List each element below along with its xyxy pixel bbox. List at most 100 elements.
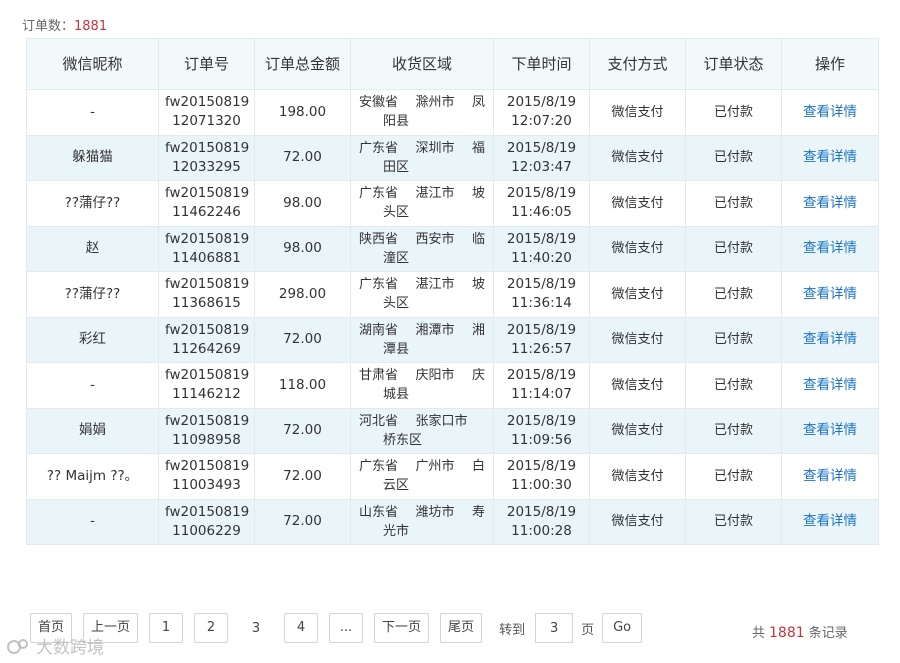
region-district-tail: 田区 (383, 159, 410, 175)
col-header-status[interactable]: 订单状态 (685, 38, 782, 90)
region-district-tail: 云区 (383, 478, 410, 494)
view-details-link[interactable]: 查看详情 (803, 468, 857, 484)
cell-order-time: 2015/8/19 11:00:28 (493, 498, 590, 545)
cell-order-time: 2015/8/19 11:09:56 (493, 407, 590, 454)
region-province: 广东省 (359, 186, 399, 202)
order-status: 已付款 (713, 150, 753, 166)
cell-order-time: 2015/8/19 12:07:20 (493, 89, 590, 136)
view-details-link[interactable]: 查看详情 (803, 240, 857, 256)
region-district-head: 寿 (471, 504, 485, 520)
watermark: 大数跨境 (6, 633, 104, 658)
view-details-link[interactable]: 查看详情 (803, 377, 857, 393)
region-line1: 湖南省 湘潭市湘 (359, 321, 485, 340)
cell-action: 查看详情 (781, 134, 879, 181)
page-4-button[interactable]: 4 (284, 613, 319, 643)
cell-amount: 72.00 (254, 316, 351, 363)
order-status: 已付款 (713, 104, 753, 120)
amount: 72.00 (283, 422, 322, 439)
nickname: ?? Maijm ??。 (46, 467, 139, 484)
page-1-button[interactable]: 1 (149, 613, 184, 643)
col-header-payment[interactable]: 支付方式 (589, 38, 686, 90)
order-count: 订单数：1881 (22, 15, 107, 34)
order-no-line2: 11406881 (172, 249, 241, 266)
nickname: ??蒲仔?? (64, 194, 121, 211)
view-details-link[interactable]: 查看详情 (803, 195, 857, 211)
order-no-line1: fw20150819 (165, 412, 250, 429)
cell-region: 湖南省 湘潭市湘潭县 (350, 316, 494, 363)
order-status: 已付款 (713, 286, 753, 302)
cell-status: 已付款 (685, 271, 782, 318)
cell-payment: 微信支付 (589, 316, 686, 363)
cell-amount: 298.00 (254, 271, 351, 318)
cell-action: 查看详情 (781, 89, 879, 136)
order-no-line2: 11146212 (172, 386, 241, 403)
page-2-button[interactable]: 2 (194, 613, 229, 643)
cell-payment: 微信支付 (589, 271, 686, 318)
cell-payment: 微信支付 (589, 362, 686, 409)
cell-status: 已付款 (685, 498, 782, 545)
order-date: 2015/8/19 (506, 185, 577, 202)
cell-amount: 72.00 (254, 498, 351, 545)
region-district-head: 福 (471, 140, 485, 156)
payment-method: 微信支付 (611, 423, 664, 439)
cell-action: 查看详情 (781, 316, 879, 363)
cell-order-time: 2015/8/19 12:03:47 (493, 134, 590, 181)
payment-method: 微信支付 (611, 286, 664, 302)
col-header-order-time[interactable]: 下单时间 (493, 38, 590, 90)
order-no-line1: fw20150819 (165, 230, 250, 247)
table-row: - fw20150819 11146212 118.00 甘肃省 庆阳市庆城县 2015/8… (26, 362, 879, 409)
nickname: - (90, 376, 95, 393)
go-button[interactable]: Go (602, 613, 643, 643)
nickname: 娟娟 (79, 422, 106, 439)
view-details-link[interactable]: 查看详情 (803, 104, 857, 120)
current-page: 3 (251, 620, 261, 636)
region-province: 甘肃省 (359, 368, 399, 384)
orders-table-body: - fw20150819 12071320 198.00 安徽省 滁州市凤阳县 2015/8… (26, 89, 879, 545)
page-unit-label: 页 (581, 622, 595, 638)
col-header-amount[interactable]: 订单总金额 (254, 38, 351, 90)
region-province: 广东省 (359, 140, 399, 156)
cell-nickname: 彩红 (26, 316, 159, 363)
col-header-nickname[interactable]: 微信昵称 (26, 38, 159, 90)
region-district-tail: 光市 (383, 523, 410, 539)
order-no-line1: fw20150819 (165, 367, 250, 384)
view-details-link[interactable]: 查看详情 (803, 286, 857, 302)
cell-order-no: fw20150819 11264269 (158, 316, 255, 363)
cell-order-time: 2015/8/19 11:14:07 (493, 362, 590, 409)
jump-page-input[interactable] (535, 613, 574, 643)
view-details-link[interactable]: 查看详情 (803, 149, 857, 165)
cell-nickname: ??蒲仔?? (26, 271, 159, 318)
cell-action: 查看详情 (781, 180, 879, 227)
order-no-line1: fw20150819 (165, 185, 250, 202)
table-row: 躲猫猫 fw20150819 12033295 72.00 广东省 深圳市福田区 2015/… (26, 134, 879, 181)
region-district-tail: 头区 (383, 296, 410, 312)
cell-action: 查看详情 (781, 362, 879, 409)
order-date: 2015/8/19 (506, 94, 577, 111)
total-records: 共 1881 条记录 (752, 622, 848, 641)
amount: 298.00 (278, 285, 327, 302)
view-details-link[interactable]: 查看详情 (803, 422, 857, 438)
cell-region: 山东省 潍坊市寿光市 (350, 498, 494, 545)
region-province: 山东省 (359, 504, 399, 520)
cell-order-no: fw20150819 11368615 (158, 271, 255, 318)
col-header-order-no[interactable]: 订单号 (158, 38, 255, 90)
cell-region: 甘肃省 庆阳市庆城县 (350, 362, 494, 409)
pagination: 首页 上一页 1 2 3 4 ... 下一页 尾页 转到 页 Go (30, 611, 653, 645)
cell-payment: 微信支付 (589, 453, 686, 500)
cell-status: 已付款 (685, 407, 782, 454)
order-no-line2: 11006229 (172, 522, 241, 539)
jump-label: 转到 (499, 622, 526, 638)
last-page-button[interactable]: 尾页 (440, 613, 483, 643)
next-page-button[interactable]: 下一页 (374, 613, 430, 643)
cell-nickname: 躲猫猫 (26, 134, 159, 181)
col-header-region[interactable]: 收货区域 (350, 38, 494, 90)
table-row: 赵 fw20150819 11406881 98.00 陕西省 西安市临潼区 2015/8/… (26, 225, 879, 272)
view-details-link[interactable]: 查看详情 (803, 513, 857, 529)
region-district-tail: 阳县 (383, 114, 410, 130)
region-province: 湖南省 (359, 322, 399, 338)
view-details-link[interactable]: 查看详情 (803, 331, 857, 347)
payment-method: 微信支付 (611, 377, 664, 393)
more-pages-button[interactable]: ... (329, 613, 364, 643)
order-date: 2015/8/19 (506, 139, 577, 156)
order-time: 11:26:57 (511, 340, 572, 357)
